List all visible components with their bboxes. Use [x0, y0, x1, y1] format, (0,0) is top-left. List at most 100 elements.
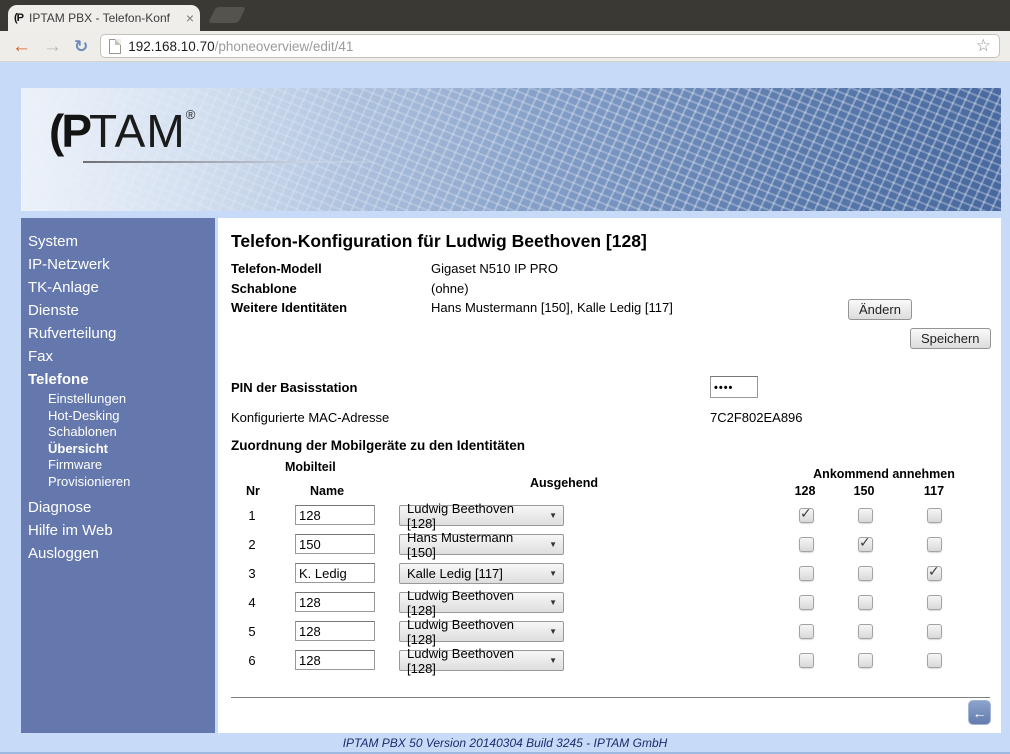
- browser-tab[interactable]: (P IPTAM PBX - Telefon-Konf ×: [8, 5, 200, 31]
- ankommend-checkbox-150[interactable]: [858, 508, 873, 523]
- sidebar-item-firmware[interactable]: Firmware: [21, 457, 215, 474]
- ankommend-checkbox-150[interactable]: [858, 537, 873, 552]
- back-button[interactable]: ←: [968, 700, 991, 725]
- ausgehend-select[interactable]: Hans Mustermann [150] ▼: [399, 534, 564, 555]
- mobilteil-row: 5 Ludwig Beethoven [128] ▼: [218, 621, 1001, 650]
- browser-reload-icon[interactable]: ↻: [74, 38, 88, 55]
- ankommend-checkbox-117[interactable]: [927, 624, 942, 639]
- ausgehend-selected-value: Ludwig Beethoven [128]: [407, 501, 543, 531]
- ankommend-checkbox-128[interactable]: [799, 624, 814, 639]
- sidebar-item-telefone[interactable]: Telefone: [21, 368, 215, 391]
- row-number: 5: [232, 624, 272, 639]
- mac-value: 7C2F802EA896: [710, 410, 803, 425]
- browser-forward-icon[interactable]: →: [43, 37, 62, 56]
- ankommend-checkbox-150[interactable]: [858, 566, 873, 581]
- ankommend-checkbox-128[interactable]: [799, 653, 814, 668]
- sidebar-nav: System IP-Netzwerk TK-Anlage Dienste Ruf…: [21, 218, 215, 733]
- sidebar-item-system[interactable]: System: [21, 230, 215, 253]
- bookmark-star-icon[interactable]: ☆: [976, 36, 991, 56]
- mobilteil-row: 2 Hans Mustermann [150] ▼: [218, 534, 1001, 563]
- logo-text: TAM: [89, 105, 186, 157]
- sidebar-item-provisionieren[interactable]: Provisionieren: [21, 474, 215, 491]
- sidebar-item-tk-anlage[interactable]: TK-Anlage: [21, 276, 215, 299]
- ankommend-checkbox-117[interactable]: [927, 566, 942, 581]
- mobilteil-name-input[interactable]: [295, 650, 375, 670]
- header-ausgehend: Ausgehend: [518, 476, 610, 490]
- ausgehend-select[interactable]: Kalle Ledig [117] ▼: [399, 563, 564, 584]
- ausgehend-select[interactable]: Ludwig Beethoven [128] ▼: [399, 621, 564, 642]
- ausgehend-select[interactable]: Ludwig Beethoven [128] ▼: [399, 650, 564, 671]
- mobilteil-name-input[interactable]: [295, 534, 375, 554]
- ankommend-checkbox-117[interactable]: [927, 537, 942, 552]
- chevron-down-icon: ▼: [549, 511, 557, 520]
- browser-back-icon[interactable]: ←: [12, 37, 31, 56]
- mobilteil-row: 4 Ludwig Beethoven [128] ▼: [218, 592, 1001, 621]
- ankommend-checkbox-128[interactable]: [799, 595, 814, 610]
- mobilteil-name-input[interactable]: [295, 621, 375, 641]
- assignment-table-rows: 1 Ludwig Beethoven [128] ▼ 2: [218, 505, 1001, 679]
- url-bar[interactable]: 192.168.10.70/phoneoverview/edit/41 ☆: [100, 34, 1000, 58]
- mobilteil-name-input[interactable]: [295, 563, 375, 583]
- tab-close-icon[interactable]: ×: [186, 10, 194, 26]
- assignment-table-header: Mobilteil Nr Name Ausgehend Ankommend an…: [218, 460, 1001, 505]
- main-content: Telefon-Konfiguration für Ludwig Beethov…: [218, 218, 1001, 733]
- sidebar-item-ausloggen[interactable]: Ausloggen: [21, 542, 215, 565]
- ankommend-checkbox-128[interactable]: [799, 508, 814, 523]
- pin-input[interactable]: [710, 376, 758, 398]
- ausgehend-selected-value: Kalle Ledig [117]: [407, 566, 503, 581]
- row-number: 4: [232, 595, 272, 610]
- registered-mark-icon: ®: [186, 107, 196, 122]
- header-ankommend-annehmen: Ankommend annehmen: [778, 467, 990, 481]
- info-value: Gigaset N510 IP PRO: [431, 261, 558, 276]
- chevron-down-icon: ▼: [549, 656, 557, 665]
- page-body: (PTAM® System IP-Netzwerk TK-Anlage Dien…: [0, 62, 1010, 754]
- mobilteil-row: 1 Ludwig Beethoven [128] ▼: [218, 505, 1001, 534]
- ankommend-checkbox-150[interactable]: [858, 624, 873, 639]
- tab-bar: (P IPTAM PBX - Telefon-Konf ×: [0, 0, 1010, 31]
- row-number: 3: [232, 566, 272, 581]
- ankommend-checkbox-128[interactable]: [799, 566, 814, 581]
- ausgehend-select[interactable]: Ludwig Beethoven [128] ▼: [399, 592, 564, 613]
- header-mobilteil: Mobilteil: [285, 460, 336, 474]
- sidebar-item-einstellungen[interactable]: Einstellungen: [21, 391, 215, 408]
- sidebar-item-fax[interactable]: Fax: [21, 345, 215, 368]
- speichern-button[interactable]: Speichern: [910, 328, 991, 349]
- ausgehend-selected-value: Ludwig Beethoven [128]: [407, 617, 543, 647]
- ankommend-checkbox-150[interactable]: [858, 653, 873, 668]
- ausgehend-select[interactable]: Ludwig Beethoven [128] ▼: [399, 505, 564, 526]
- new-tab-button[interactable]: [208, 7, 246, 23]
- mobilteil-name-input[interactable]: [295, 505, 375, 525]
- mobilteil-name-input[interactable]: [295, 592, 375, 612]
- header-name: Name: [310, 484, 344, 498]
- ankommend-checkbox-128[interactable]: [799, 537, 814, 552]
- sidebar-item-rufverteilung[interactable]: Rufverteilung: [21, 322, 215, 345]
- ankommend-checkbox-117[interactable]: [927, 508, 942, 523]
- ankommend-checkbox-117[interactable]: [927, 653, 942, 668]
- browser-window: (P IPTAM PBX - Telefon-Konf × ← → ↻ 192.…: [0, 0, 1010, 754]
- favicon-iptam-icon: (P: [14, 12, 23, 24]
- sidebar-item-diagnose[interactable]: Diagnose: [21, 496, 215, 519]
- footer-version: IPTAM PBX 50 Version 20140304 Build 3245…: [0, 736, 1010, 750]
- info-label: Weitere Identitäten: [231, 298, 431, 318]
- ankommend-checkbox-150[interactable]: [858, 595, 873, 610]
- chevron-down-icon: ▼: [549, 627, 557, 636]
- aendern-button[interactable]: Ändern: [848, 299, 912, 320]
- sidebar-item-hot-desking[interactable]: Hot-Desking: [21, 408, 215, 425]
- header-identity-128: 128: [787, 484, 823, 498]
- ausgehend-selected-value: Hans Mustermann [150]: [407, 530, 543, 560]
- sidebar-item-hilfe-im-web[interactable]: Hilfe im Web: [21, 519, 215, 542]
- sidebar-item-ip-netzwerk[interactable]: IP-Netzwerk: [21, 253, 215, 276]
- sidebar-item-dienste[interactable]: Dienste: [21, 299, 215, 322]
- sidebar-item-bersicht[interactable]: Übersicht: [21, 441, 215, 458]
- ausgehend-selected-value: Ludwig Beethoven [128]: [407, 588, 543, 618]
- row-number: 2: [232, 537, 272, 552]
- mac-row: Konfigurierte MAC-Adresse 7C2F802EA896: [231, 410, 991, 425]
- info-label: Schablone: [231, 279, 431, 299]
- ankommend-checkbox-117[interactable]: [927, 595, 942, 610]
- header-identity-150: 150: [846, 484, 882, 498]
- page-document-icon: [109, 39, 121, 54]
- url-host: 192.168.10.70: [128, 39, 214, 54]
- sidebar-item-schablonen[interactable]: Schablonen: [21, 424, 215, 441]
- header-nr: Nr: [246, 484, 260, 498]
- mobilteil-row: 6 Ludwig Beethoven [128] ▼: [218, 650, 1001, 679]
